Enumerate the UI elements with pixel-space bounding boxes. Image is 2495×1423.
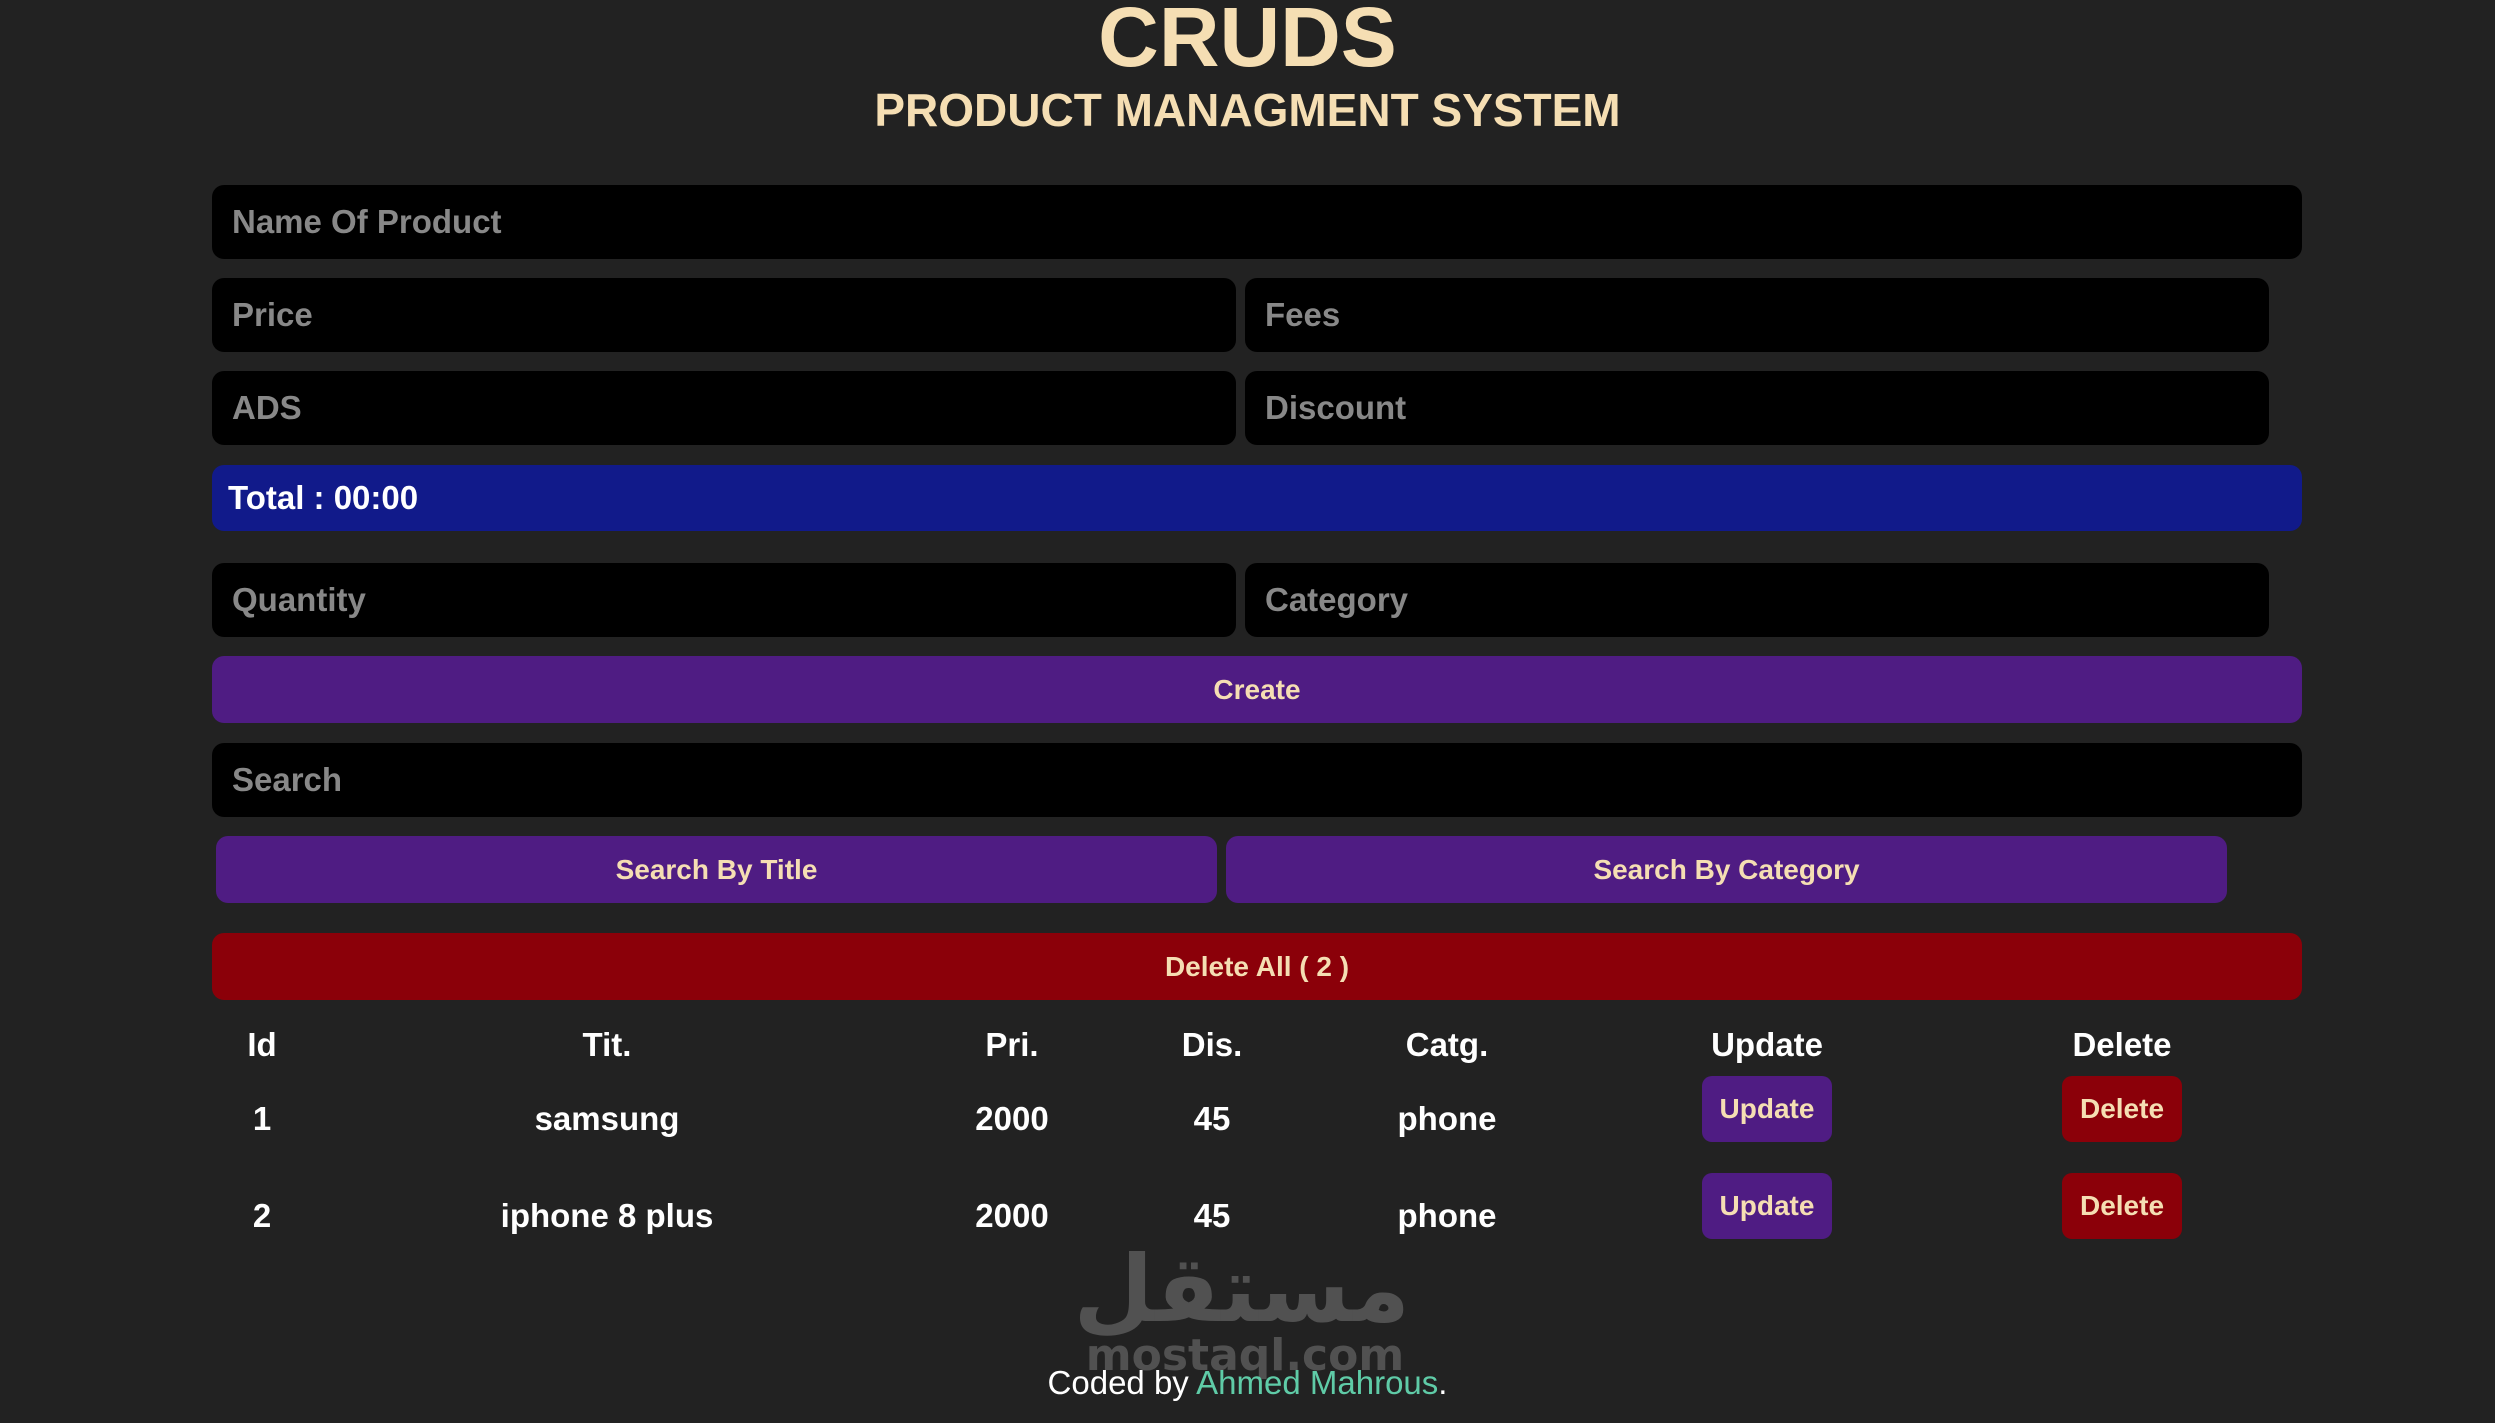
products-table: Id Tit. Pri. Dis. Catg. Update Delete 1 … bbox=[212, 1020, 2302, 1264]
cell-price: 2000 bbox=[975, 1099, 1049, 1137]
quantity-input[interactable] bbox=[212, 563, 1236, 637]
discount-input[interactable] bbox=[1245, 371, 2269, 445]
watermark-arabic-text: مستقل bbox=[1073, 1236, 1410, 1343]
cell-category: phone bbox=[1397, 1099, 1497, 1137]
delete-button[interactable]: Delete bbox=[2061, 1075, 2183, 1142]
update-button[interactable]: Update bbox=[1701, 1075, 1833, 1142]
cell-id: 2 bbox=[252, 1196, 272, 1234]
search-by-category-button[interactable]: Search By Category bbox=[1226, 836, 2227, 903]
search-input[interactable] bbox=[212, 743, 2302, 817]
footer: Coded by Ahmed Mahrous. bbox=[0, 1364, 2495, 1402]
delete-all-button[interactable]: Delete All ( 2 ) bbox=[212, 933, 2302, 1000]
category-input[interactable] bbox=[1245, 563, 2269, 637]
cell-delete: Delete bbox=[1942, 1167, 2302, 1264]
header-update: Update bbox=[1711, 1026, 1823, 1063]
update-button[interactable]: Update bbox=[1701, 1172, 1833, 1239]
footer-suffix: . bbox=[1438, 1364, 1448, 1401]
product-name-input[interactable] bbox=[212, 185, 2302, 259]
fees-input[interactable] bbox=[1245, 278, 2269, 352]
table-header-row: Id Tit. Pri. Dis. Catg. Update Delete bbox=[212, 1020, 2302, 1070]
cell-title: iphone 8 plus bbox=[500, 1196, 714, 1234]
cell-discount: 45 bbox=[1193, 1099, 1231, 1137]
header-discount: Dis. bbox=[1181, 1026, 1243, 1063]
header-delete: Delete bbox=[2072, 1026, 2172, 1063]
header-category: Catg. bbox=[1405, 1026, 1489, 1063]
create-button[interactable]: Create bbox=[212, 656, 2302, 723]
header-price: Pri. bbox=[985, 1026, 1039, 1063]
cell-title: samsung bbox=[534, 1099, 680, 1137]
ads-input[interactable] bbox=[212, 371, 1236, 445]
table-row: 1 samsung 2000 45 phone Update Delete bbox=[212, 1070, 2302, 1167]
delete-button[interactable]: Delete bbox=[2061, 1172, 2183, 1239]
header-id: Id bbox=[247, 1026, 277, 1063]
cell-update: Update bbox=[1592, 1070, 1942, 1167]
footer-prefix: Coded by bbox=[1047, 1364, 1197, 1401]
total-display: Total : 00:00 bbox=[212, 465, 2302, 531]
cell-id: 1 bbox=[252, 1099, 272, 1137]
cell-delete: Delete bbox=[1942, 1070, 2302, 1167]
header-title: Tit. bbox=[582, 1026, 632, 1063]
price-input[interactable] bbox=[212, 278, 1236, 352]
page-title: CRUDS bbox=[1098, 0, 1397, 84]
page-subtitle: PRODUCT MANAGMENT SYSTEM bbox=[874, 84, 1621, 136]
author-link[interactable]: Ahmed Mahrous bbox=[1196, 1364, 1438, 1401]
search-by-title-button[interactable]: Search By Title bbox=[216, 836, 1217, 903]
cell-update: Update bbox=[1592, 1167, 1942, 1264]
